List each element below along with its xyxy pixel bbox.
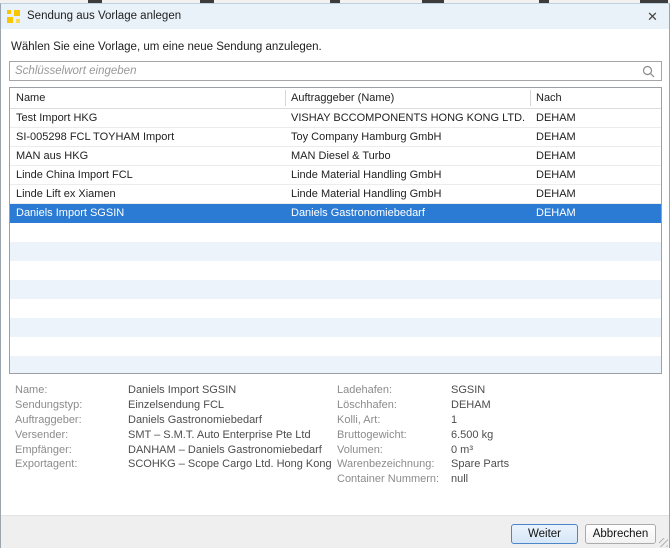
detail-value: SCOHKG – Scope Cargo Ltd. Hong Kong [128, 458, 332, 470]
app-icon [7, 10, 20, 23]
detail-label: Auftraggeber: [15, 414, 128, 426]
column-header-nach[interactable]: Nach [530, 88, 661, 108]
template-table: Name Auftraggeber (Name) Nach Test Impor… [9, 87, 662, 374]
create-shipment-from-template-dialog: Sendung aus Vorlage anlegen ✕ Wählen Sie… [0, 3, 670, 548]
empty-row [10, 223, 661, 242]
column-divider [530, 90, 531, 106]
table-row-selected[interactable]: Daniels Import SGSIN Daniels Gastronomie… [10, 204, 661, 223]
dialog-footer: Weiter Abbrechen [1, 515, 669, 548]
empty-row [10, 299, 661, 318]
dialog-title: Sendung aus Vorlage anlegen [27, 10, 181, 22]
details-right-column: Ladehafen:SGSIN Löschhafen:DEHAM Kolli, … [337, 383, 657, 487]
detail-label: Versender: [15, 429, 128, 441]
detail-label: Empfänger: [15, 444, 128, 456]
table-row[interactable]: Test Import HKG VISHAY BCCOMPONENTS HONG… [10, 109, 661, 128]
empty-row [10, 280, 661, 299]
dialog-titlebar[interactable]: Sendung aus Vorlage anlegen ✕ [1, 4, 669, 29]
details-left-column: Name:Daniels Import SGSIN Sendungstyp:Ei… [15, 383, 325, 472]
detail-label: Bruttogewicht: [337, 429, 451, 441]
detail-label: Kolli, Art: [337, 414, 451, 426]
detail-value: Daniels Gastronomiebedarf [128, 414, 262, 426]
instruction-text: Wählen Sie eine Vorlage, um eine neue Se… [11, 41, 322, 53]
detail-label: Warenbezeichnung: [337, 458, 451, 470]
empty-row [10, 261, 661, 280]
detail-label: Löschhafen: [337, 399, 451, 411]
detail-value: null [451, 473, 468, 485]
detail-label: Exportagent: [15, 458, 128, 470]
detail-value: 6.500 kg [451, 429, 493, 441]
detail-value: SGSIN [451, 384, 485, 396]
empty-row [10, 318, 661, 337]
table-row[interactable]: MAN aus HKG MAN Diesel & Turbo DEHAM [10, 147, 661, 166]
column-divider [285, 90, 286, 106]
detail-label: Sendungstyp: [15, 399, 128, 411]
resize-grip[interactable] [659, 538, 668, 547]
table-row[interactable]: Linde China Import FCL Linde Material Ha… [10, 166, 661, 185]
detail-label: Ladehafen: [337, 384, 451, 396]
table-row[interactable]: Linde Lift ex Xiamen Linde Material Hand… [10, 185, 661, 204]
column-header-auftraggeber[interactable]: Auftraggeber (Name) [285, 88, 530, 108]
detail-value: DEHAM [451, 399, 491, 411]
detail-value: Spare Parts [451, 458, 509, 470]
weiter-button[interactable]: Weiter [511, 524, 578, 544]
column-header-name[interactable]: Name [10, 88, 285, 108]
detail-value: DANHAM – Daniels Gastronomiebedarf [128, 444, 322, 456]
empty-row [10, 242, 661, 261]
detail-value: Daniels Import SGSIN [128, 384, 236, 396]
detail-label: Volumen: [337, 444, 451, 456]
table-row[interactable]: SI-005298 FCL TOYHAM Import Toy Company … [10, 128, 661, 147]
detail-label: Container Nummern: [337, 473, 451, 485]
detail-value: 1 [451, 414, 457, 426]
search-input[interactable] [10, 62, 661, 80]
table-header: Name Auftraggeber (Name) Nach [10, 88, 661, 109]
detail-value: Einzelsendung FCL [128, 399, 224, 411]
search-box [9, 61, 662, 81]
empty-row [10, 356, 661, 374]
abbrechen-button[interactable]: Abbrechen [585, 524, 656, 544]
close-icon[interactable]: ✕ [644, 8, 661, 25]
screen: Sendung aus Vorlage anlegen ✕ Wählen Sie… [0, 0, 670, 548]
detail-value: 0 m³ [451, 444, 473, 456]
detail-value: SMT – S.M.T. Auto Enterprise Pte Ltd [128, 429, 311, 441]
search-icon [642, 65, 655, 78]
empty-row [10, 337, 661, 356]
detail-label: Name: [15, 384, 128, 396]
